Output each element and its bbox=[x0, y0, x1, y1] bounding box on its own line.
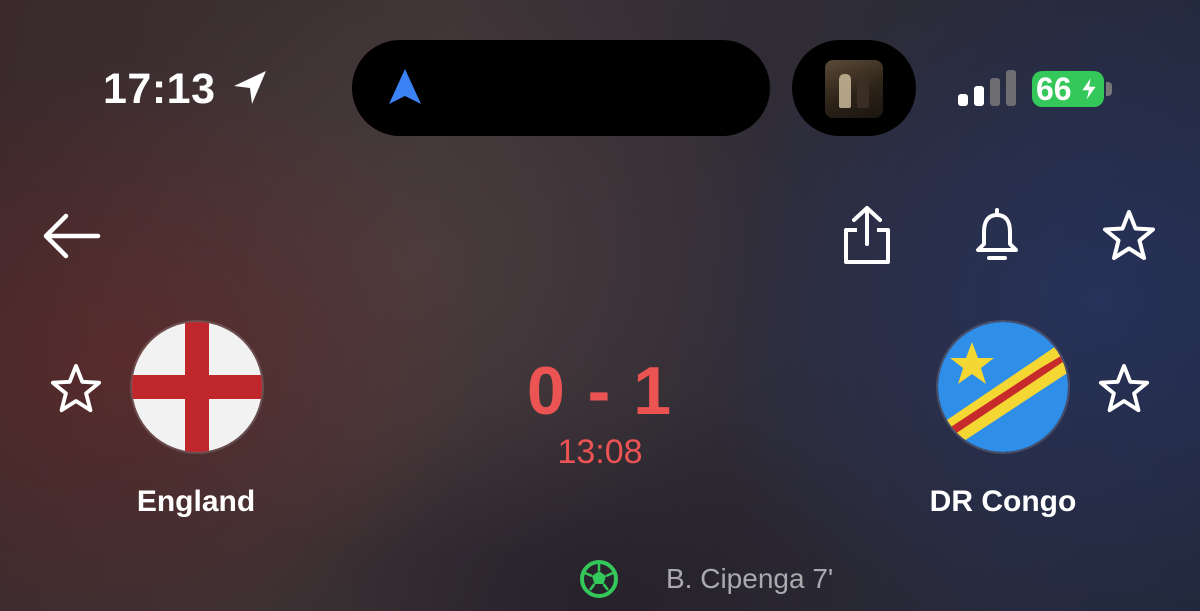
navigation-arrow-icon bbox=[389, 69, 421, 104]
match-clock: 13:08 bbox=[557, 433, 643, 471]
back-arrow-icon[interactable] bbox=[40, 210, 102, 262]
status-time: 17:13 bbox=[103, 65, 216, 113]
england-flag-icon[interactable] bbox=[132, 322, 262, 452]
home-team-name[interactable]: England bbox=[76, 484, 316, 520]
bell-icon[interactable] bbox=[972, 206, 1022, 264]
dr-congo-flag-icon[interactable] bbox=[938, 322, 1068, 452]
match-score: 0 - 1 bbox=[526, 353, 674, 429]
favorite-away-team-star-icon[interactable] bbox=[1096, 362, 1152, 416]
album-art bbox=[825, 60, 883, 118]
goal-event-text: B. Cipenga 7' bbox=[666, 563, 834, 594]
cellular-signal-icon bbox=[958, 70, 1016, 106]
battery-charging-icon bbox=[1079, 74, 1099, 104]
share-icon[interactable] bbox=[840, 204, 894, 266]
favorite-match-star-icon[interactable] bbox=[1100, 208, 1158, 264]
away-team-name[interactable]: DR Congo bbox=[883, 484, 1123, 520]
battery-level: 66 bbox=[1036, 71, 1072, 107]
battery-cap bbox=[1106, 82, 1112, 96]
favorite-home-team-star-icon[interactable] bbox=[48, 362, 104, 416]
football-icon bbox=[580, 560, 618, 598]
location-arrow-icon bbox=[234, 71, 266, 104]
